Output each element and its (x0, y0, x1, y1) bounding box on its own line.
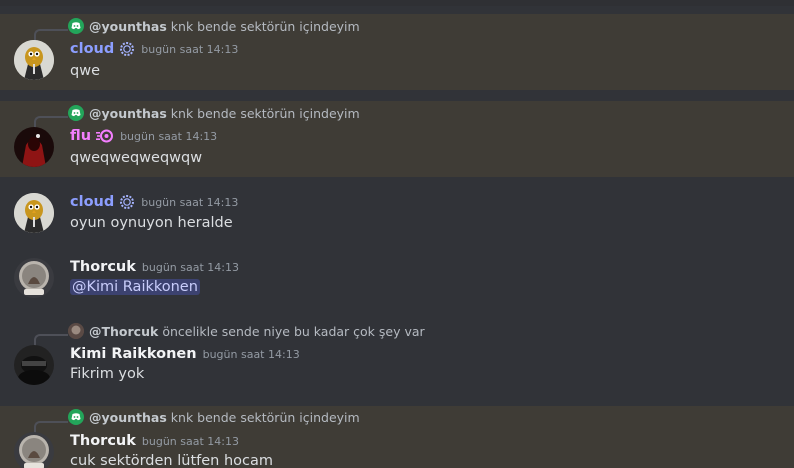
message-item[interactable]: @Thorcuk öncelikle sende niye bu kadar ç… (0, 319, 794, 395)
message-text: qwe (70, 63, 100, 79)
reply-author[interactable]: @Thorcuk (89, 324, 158, 339)
avatar[interactable] (14, 345, 54, 385)
discord-icon (68, 105, 84, 121)
message-text: cuk sektörden lütfen hocam (70, 453, 273, 468)
timestamp[interactable]: bugün saat 14:13 (141, 43, 238, 56)
reply-spine (34, 421, 68, 433)
reply-author[interactable]: @younthas (89, 19, 167, 34)
message-feed: @younthas knk bende sektörün içindeyim c… (0, 0, 794, 468)
timestamp[interactable]: bugün saat 14:13 (141, 196, 238, 209)
message-text: @Kimi Raikkonen (70, 279, 200, 295)
message-header: Kimi Raikkonen bugün saat 14:13 (70, 343, 300, 365)
message-item[interactable]: cloud bugün saat 14:13 oyun oynuyon hera… (0, 188, 794, 242)
timestamp[interactable]: bugün saat 14:13 (120, 130, 217, 143)
gear-badge-icon[interactable] (119, 41, 135, 57)
avatar[interactable] (14, 193, 54, 233)
nitro-badge-icon[interactable] (96, 129, 114, 143)
reply-spine (34, 29, 68, 41)
message-text: qweqweqweqwqw (70, 150, 203, 166)
reply-text[interactable]: öncelikle sende niye bu kadar çok şey va… (162, 324, 424, 339)
message-text: oyun oynuyon heralde (70, 215, 233, 231)
message-item[interactable]: @younthas knk bende sektörün içindeyim c… (0, 14, 794, 90)
reply-spine (34, 116, 68, 128)
previous-message-tail (0, 0, 794, 6)
message-item[interactable]: @younthas knk bende sektörün içindeyim T… (0, 406, 794, 468)
author-name[interactable]: Thorcuk (70, 259, 136, 275)
discord-icon (68, 18, 84, 34)
message-header: cloud bugün saat 14:13 (70, 38, 238, 60)
avatar[interactable] (14, 432, 54, 468)
message-header: flu bugün saat 14:13 (70, 125, 217, 147)
reply-text[interactable]: knk bende sektörün içindeyim (171, 106, 360, 121)
reply-text[interactable]: knk bende sektörün içindeyim (171, 410, 360, 425)
gear-badge-icon[interactable] (119, 194, 135, 210)
message-item[interactable]: Thorcuk bugün saat 14:13 @Kimi Raikkonen (0, 253, 794, 309)
author-name[interactable]: flu (70, 128, 91, 144)
timestamp[interactable]: bugün saat 14:13 (203, 348, 300, 361)
reply-text[interactable]: knk bende sektörün içindeyim (171, 19, 360, 34)
user-mention[interactable]: @Kimi Raikkonen (70, 279, 200, 295)
reply-author[interactable]: @younthas (89, 106, 167, 121)
message-item[interactable]: @younthas knk bende sektörün içindeyim f… (0, 101, 794, 177)
reply-spine (34, 334, 68, 346)
message-header: cloud bugün saat 14:13 (70, 191, 238, 213)
author-name[interactable]: cloud (70, 41, 114, 57)
avatar[interactable] (14, 40, 54, 80)
reply-preview[interactable]: @younthas knk bende sektörün içindeyim (68, 16, 360, 36)
avatar-icon (68, 323, 84, 339)
timestamp[interactable]: bugün saat 14:13 (142, 435, 239, 448)
message-header: Thorcuk bugün saat 14:13 (70, 430, 239, 452)
reply-author[interactable]: @younthas (89, 410, 167, 425)
reply-preview[interactable]: @younthas knk bende sektörün içindeyim (68, 103, 360, 123)
author-name[interactable]: Kimi Raikkonen (70, 346, 197, 362)
avatar[interactable] (14, 127, 54, 167)
message-text: Fikrim yok (70, 366, 145, 382)
reply-preview[interactable]: @younthas knk bende sektörün içindeyim (68, 407, 360, 427)
discord-icon (68, 409, 84, 425)
reply-preview[interactable]: @Thorcuk öncelikle sende niye bu kadar ç… (68, 321, 425, 341)
author-name[interactable]: Thorcuk (70, 433, 136, 449)
message-header: Thorcuk bugün saat 14:13 (70, 256, 239, 278)
timestamp[interactable]: bugün saat 14:13 (142, 261, 239, 274)
author-name[interactable]: cloud (70, 194, 114, 210)
avatar[interactable] (14, 258, 54, 298)
